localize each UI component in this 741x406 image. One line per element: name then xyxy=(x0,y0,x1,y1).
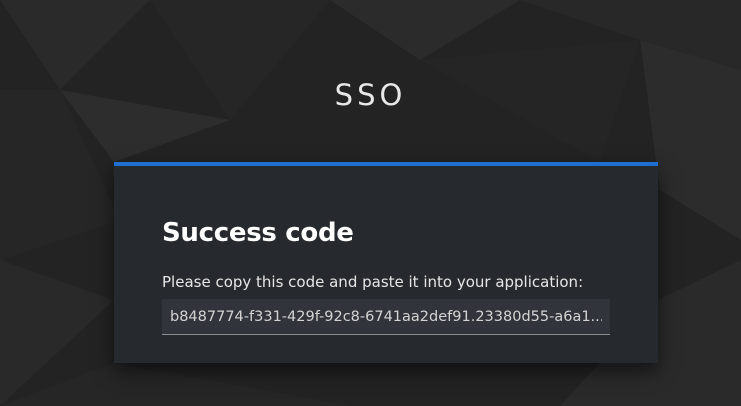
card-title: Success code xyxy=(162,218,354,248)
instruction-text: Please copy this code and paste it into … xyxy=(162,273,584,291)
success-card: Success code Please copy this code and p… xyxy=(114,162,658,363)
success-code-field[interactable] xyxy=(162,299,610,335)
app-title: SSO xyxy=(334,78,407,112)
